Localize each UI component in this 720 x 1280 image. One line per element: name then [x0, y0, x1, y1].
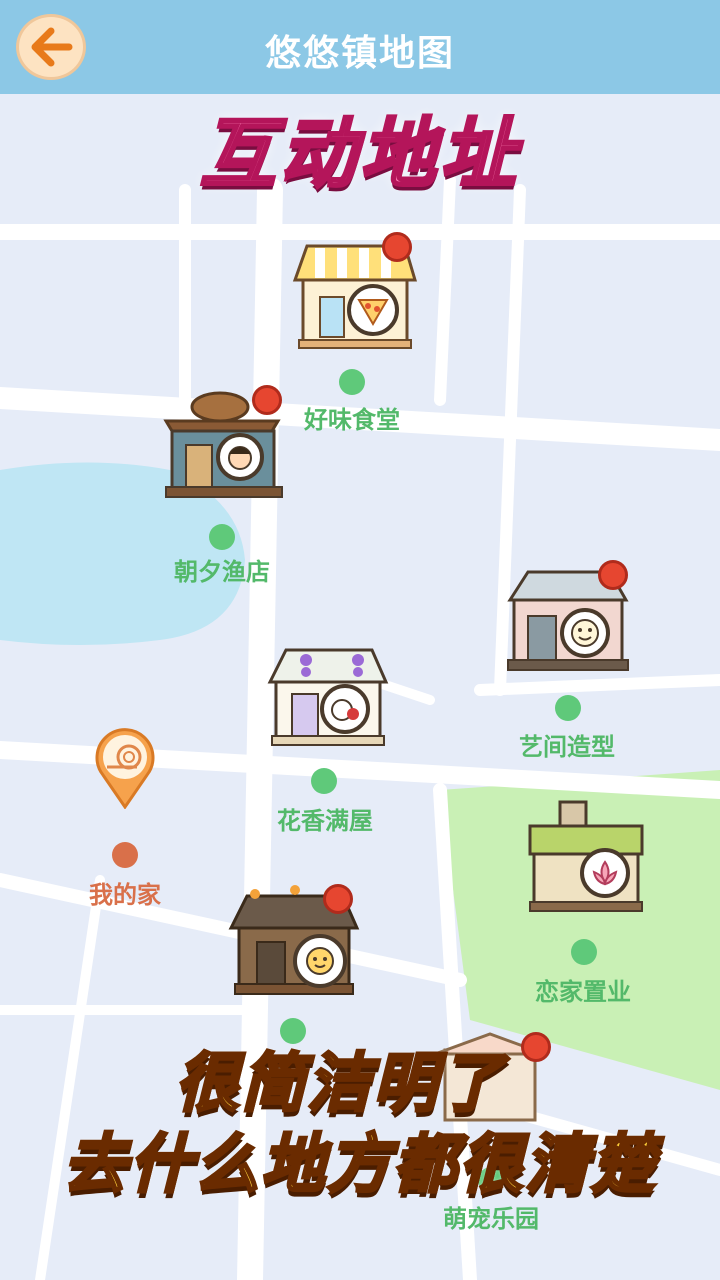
location-my-home[interactable]	[93, 725, 157, 810]
pizza-icon	[347, 284, 399, 336]
banner-title: 互动地址	[199, 108, 520, 200]
location-dot	[571, 939, 597, 965]
caption-line-1: 很简洁明了	[174, 1046, 505, 1123]
location-label[interactable]: 艺间造型	[467, 727, 667, 762]
location-dot	[555, 695, 581, 721]
sun-face-icon	[293, 934, 347, 988]
location-dot	[209, 524, 235, 550]
fisherman-avatar-icon	[216, 433, 264, 481]
location-label[interactable]: 花香满屋	[225, 801, 425, 836]
location-haowei-shitang[interactable]	[285, 232, 425, 352]
caption-line-2: 去什么地方都很清楚	[62, 1127, 657, 1204]
snail-pin-icon	[95, 728, 155, 810]
location-lianjia-zhiye[interactable]	[520, 798, 650, 918]
page-title: 悠悠镇地图	[264, 33, 455, 74]
red-pin-icon	[323, 884, 353, 914]
red-pin-icon	[598, 560, 628, 590]
smiley-icon	[560, 608, 610, 658]
location-yijian-zaoxing[interactable]	[498, 560, 638, 680]
red-pin-icon	[382, 232, 412, 262]
location-label[interactable]: 恋家置业	[483, 972, 683, 1007]
red-pin-icon	[252, 385, 282, 415]
location-huaxiang-manwu[interactable]	[262, 632, 392, 752]
location-zhaoxi-yudian[interactable]	[160, 385, 290, 505]
location-label[interactable]: 朝夕渔店	[122, 552, 322, 587]
top-bar: 悠悠镇地图	[0, 0, 720, 94]
cat-rose-icon	[320, 684, 370, 734]
location-dot	[339, 369, 365, 395]
location-label-home[interactable]: 我的家	[25, 875, 225, 910]
lotus-icon	[580, 848, 630, 898]
location-cafe[interactable]	[225, 880, 365, 1005]
location-dot	[112, 842, 138, 868]
location-dot	[311, 768, 337, 794]
